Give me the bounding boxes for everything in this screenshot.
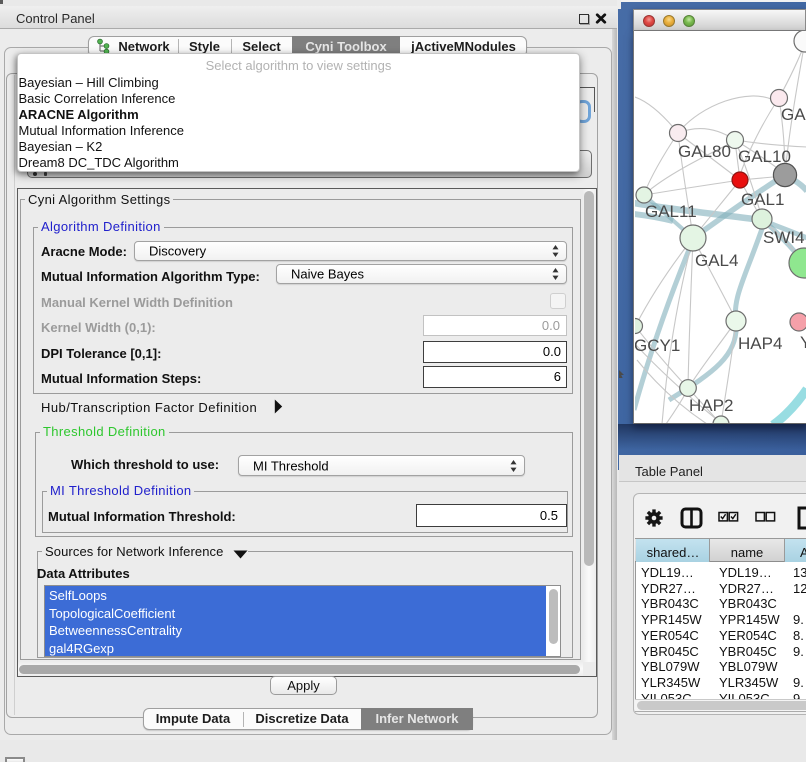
svg-text:Y: Y xyxy=(800,333,806,352)
svg-text:SWI4: SWI4 xyxy=(763,228,805,247)
svg-text:GAL10: GAL10 xyxy=(738,147,791,166)
svg-text:GAL4: GAL4 xyxy=(695,251,738,270)
svg-text:GAL2: GAL2 xyxy=(781,105,806,124)
svg-text:GAL1: GAL1 xyxy=(741,190,784,209)
svg-text:GAL11: GAL11 xyxy=(645,202,697,221)
svg-text:HAP2: HAP2 xyxy=(689,396,733,415)
svg-text:GAL80: GAL80 xyxy=(678,142,731,161)
svg-text:HAP4: HAP4 xyxy=(738,334,782,353)
svg-text:GCY1: GCY1 xyxy=(635,336,680,355)
